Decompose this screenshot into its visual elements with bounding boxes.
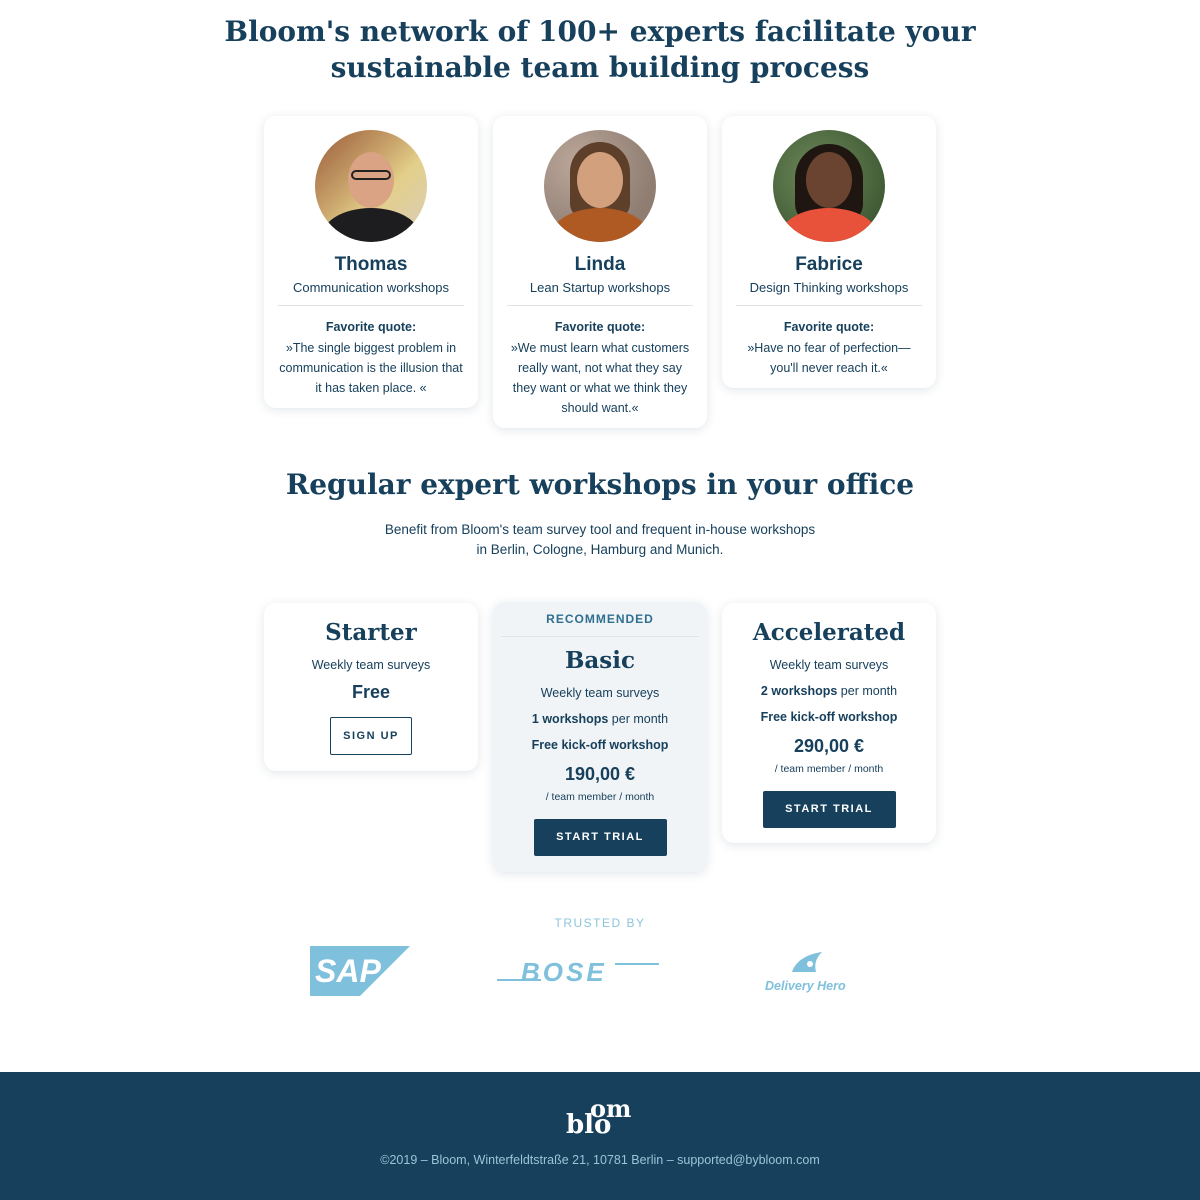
- expert-name: Fabrice: [795, 254, 863, 275]
- quote-label: Favorite quote:: [783, 320, 875, 334]
- expert-name: Linda: [574, 254, 626, 275]
- footer-logo[interactable]: blo om: [560, 1094, 640, 1140]
- badge-divider: [501, 636, 699, 637]
- expert-name: Thomas: [334, 254, 408, 275]
- card-divider: [736, 305, 922, 306]
- expert-topic: Design Thinking workshops: [749, 280, 909, 295]
- footer-logo-part-2: om: [590, 1094, 632, 1123]
- avatar-thomas: [315, 130, 427, 242]
- start-trial-button[interactable]: START TRIAL: [762, 791, 896, 828]
- avatar-fabrice: [773, 130, 885, 242]
- expert-cards: Thomas Communication workshops Favorite …: [264, 116, 936, 436]
- card-divider: [278, 305, 464, 306]
- footer-copyright: ©2019 – Bloom, Winterfeldtstraße 21, 107…: [380, 1153, 820, 1167]
- delivery-hero-logo: Delivery Hero: [765, 952, 846, 993]
- bose-logo: BOSE: [497, 957, 659, 987]
- bose-logo-text: BOSE: [521, 957, 607, 987]
- plan-workshops: 2 workshops per month: [722, 684, 936, 698]
- plan-price: 290,00 €: [793, 736, 865, 756]
- expert-quote: »Have no fear of perfection—you'll never…: [747, 341, 911, 375]
- sap-logo-text: SAP: [315, 953, 381, 989]
- plan-kickoff: Free kick-off workshop: [760, 710, 898, 724]
- headline-line-2: sustainable team building process: [330, 51, 870, 84]
- plan-feature: Weekly team surveys: [311, 658, 431, 672]
- plan-unit: / team member / month: [545, 791, 655, 803]
- plan-accelerated: Accelerated Weekly team surveys 2 worksh…: [722, 603, 936, 843]
- plan-kickoff: Free kick-off workshop: [531, 738, 669, 752]
- plan-feature: Weekly team surveys: [769, 658, 889, 672]
- workshops-count: 2 workshops: [760, 684, 838, 698]
- workshops-subtitle: Benefit from Bloom's team survey tool an…: [384, 522, 816, 557]
- recommended-badge: RECOMMENDED: [546, 612, 654, 626]
- expert-topic: Communication workshops: [292, 280, 450, 295]
- expert-card-thomas: Thomas Communication workshops Favorite …: [264, 116, 478, 408]
- quote-label: Favorite quote:: [325, 320, 417, 334]
- start-trial-button[interactable]: START TRIAL: [533, 819, 667, 856]
- sap-logo: SAP: [310, 946, 410, 996]
- plan-feature: Weekly team surveys: [540, 686, 660, 700]
- plan-workshops: 1 workshops per month: [493, 712, 707, 726]
- workshops-title: Regular expert workshops in your office: [285, 468, 915, 501]
- expert-quote: »The single biggest problem in communica…: [279, 341, 463, 395]
- expert-card-linda: Linda Lean Startup workshops Favorite qu…: [493, 116, 707, 428]
- trusted-by-label: TRUSTED BY: [554, 916, 646, 930]
- delivery-hero-logo-text: Delivery Hero: [765, 979, 846, 993]
- footer: blo om ©2019 – Bloom, Winterfeldtstraße …: [0, 1072, 1200, 1200]
- headline-line-1: Bloom's network of 100+ experts facilita…: [224, 15, 976, 48]
- sign-up-button[interactable]: SIGN UP: [330, 717, 412, 755]
- plan-price: 190,00 €: [564, 764, 636, 784]
- plan-basic: RECOMMENDED Basic Weekly team surveys 1 …: [493, 602, 707, 872]
- plan-price: Free: [351, 682, 391, 702]
- plan-title: Starter: [325, 619, 417, 646]
- plan-unit: / team member / month: [774, 763, 884, 775]
- page-headline: Bloom's network of 100+ experts facilita…: [0, 14, 1200, 86]
- card-divider: [507, 305, 693, 306]
- expert-card-fabrice: Fabrice Design Thinking workshops Favori…: [722, 116, 936, 388]
- expert-topic: Lean Startup workshops: [529, 280, 671, 295]
- quote-label: Favorite quote:: [554, 320, 646, 334]
- plan-starter: Starter Weekly team surveys Free SIGN UP: [264, 603, 478, 771]
- plan-title: Accelerated: [752, 619, 906, 646]
- expert-quote: »We must learn what customers really wan…: [510, 341, 690, 415]
- plan-title: Basic: [564, 647, 636, 674]
- workshops-count: 1 workshops: [531, 712, 609, 726]
- workshops-frequency: per month: [837, 684, 898, 698]
- avatar-linda: [544, 130, 656, 242]
- workshops-frequency: per month: [608, 712, 669, 726]
